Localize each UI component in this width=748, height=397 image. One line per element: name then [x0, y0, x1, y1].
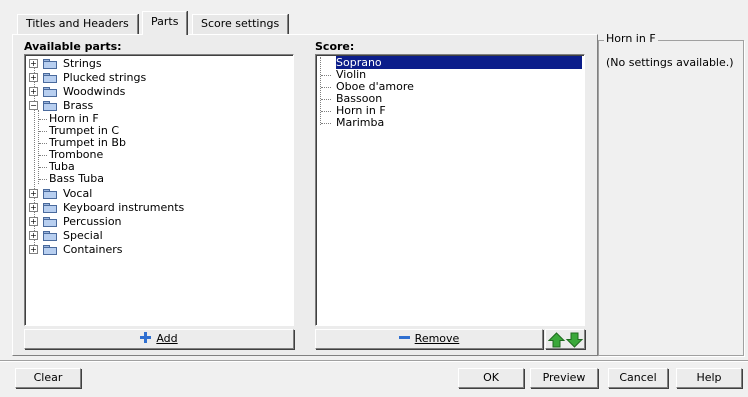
score-list[interactable]: Soprano Violin Oboe d'amore Bassoon Horn… — [315, 54, 585, 326]
list-branch-line — [321, 99, 331, 100]
tree-branch-line — [39, 119, 47, 120]
score-label: Score: — [315, 40, 355, 53]
tab-parts[interactable]: Parts — [142, 11, 188, 35]
brass-connector-line — [38, 110, 39, 184]
folder-icon — [43, 58, 57, 69]
list-branch-line — [321, 87, 331, 88]
move-down-icon[interactable] — [565, 332, 584, 348]
tree-group-label: Percussion — [63, 215, 122, 228]
tab-score-settings[interactable]: Score settings — [192, 14, 289, 34]
ok-button-label: OK — [483, 371, 499, 384]
move-arrows-svg — [548, 332, 584, 348]
folder-icon — [43, 86, 57, 97]
minus-expander-icon[interactable]: − — [29, 101, 38, 110]
tree-item-label: Bass Tuba — [49, 172, 104, 185]
tree-group-label: Strings — [63, 57, 102, 70]
list-branch-line — [321, 111, 331, 112]
folder-icon — [43, 230, 57, 241]
ok-button[interactable]: OK — [458, 368, 524, 388]
plus-expander-icon[interactable]: + — [29, 189, 38, 198]
folder-icon — [43, 202, 57, 213]
tree-group-label: Woodwinds — [63, 85, 126, 98]
move-buttons-group — [545, 329, 585, 349]
folder-icon — [43, 216, 57, 227]
plus-expander-icon[interactable]: + — [29, 73, 38, 82]
tree-item-bass-tuba[interactable]: Bass Tuba — [49, 172, 104, 185]
remove-button-label: Remove — [414, 332, 460, 345]
cancel-button-label: Cancel — [619, 371, 657, 384]
add-plus-icon — [140, 332, 152, 343]
move-up-icon[interactable] — [548, 332, 566, 348]
plus-expander-icon[interactable]: + — [29, 203, 38, 212]
folder-icon — [43, 188, 57, 199]
folder-icon — [43, 72, 57, 83]
available-parts-tree[interactable]: + Strings + Plucked strings + Woodwinds … — [24, 54, 294, 326]
plus-expander-icon[interactable]: + — [29, 231, 38, 240]
tree-branch-line — [39, 131, 47, 132]
list-branch-line — [321, 123, 331, 124]
tree-group-label: Special — [63, 229, 103, 242]
part-settings-group — [598, 40, 744, 356]
list-connector-line — [320, 57, 321, 125]
part-settings-title: Horn in F — [604, 32, 658, 45]
preview-button[interactable]: Preview — [530, 368, 598, 388]
tab-score-settings-label: Score settings — [201, 17, 280, 30]
tree-branch-line — [39, 179, 47, 180]
plus-expander-icon[interactable]: + — [29, 59, 38, 68]
tree-group-label: Containers — [63, 243, 123, 256]
plus-expander-icon[interactable]: + — [29, 217, 38, 226]
add-button-label: Add — [156, 332, 178, 345]
help-button[interactable]: Help — [676, 368, 742, 388]
plus-expander-icon[interactable]: + — [29, 245, 38, 254]
add-button[interactable]: Add — [24, 329, 294, 349]
tree-branch-line — [39, 143, 47, 144]
folder-icon — [43, 100, 57, 111]
tree-group-label: Keyboard instruments — [63, 201, 185, 214]
remove-button[interactable]: Remove — [315, 329, 543, 349]
tab-titles-and-headers-label: Titles and Headers — [26, 17, 129, 30]
score-item-marimba[interactable]: Marimba — [336, 116, 384, 129]
plus-expander-icon[interactable]: + — [29, 87, 38, 96]
available-parts-label: Available parts: — [24, 40, 122, 53]
tree-group-label: Vocal — [63, 187, 93, 200]
clear-button-label: Clear — [33, 371, 63, 384]
cancel-button[interactable]: Cancel — [608, 368, 668, 388]
score-item-soprano[interactable]: Soprano — [336, 56, 582, 69]
no-settings-message: (No settings available.) — [606, 56, 734, 69]
list-branch-line — [321, 75, 331, 76]
folder-icon — [43, 244, 57, 255]
help-button-label: Help — [696, 371, 722, 384]
tree-branch-line — [39, 167, 47, 168]
tree-group-label: Brass — [63, 99, 94, 112]
list-item-label: Marimba — [336, 116, 385, 129]
preview-button-label: Preview — [542, 371, 586, 384]
remove-minus-icon — [398, 336, 410, 339]
tree-branch-line — [39, 155, 47, 156]
clear-button[interactable]: Clear — [15, 368, 81, 388]
tab-titles-and-headers[interactable]: Titles and Headers — [17, 14, 138, 34]
tab-parts-label: Parts — [151, 15, 179, 28]
tree-group-label: Plucked strings — [63, 71, 147, 84]
footer-separator — [0, 360, 748, 362]
